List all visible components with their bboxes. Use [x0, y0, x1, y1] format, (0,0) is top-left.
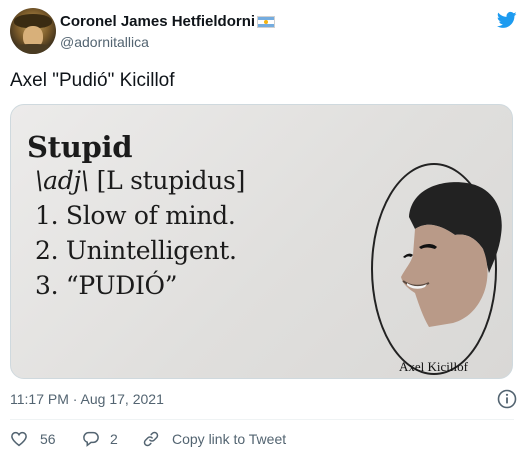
copy-link-label: Copy link to Tweet — [172, 431, 287, 447]
tweet-timestamp[interactable]: 11:17 PM · Aug 17, 2021 — [10, 391, 164, 407]
definition-2: 2. Unintelligent. — [35, 236, 237, 265]
dictionary-entry: Stupid \adj\ [L stupidus] 1. Slow of min… — [27, 131, 245, 303]
reply-count: 2 — [110, 431, 118, 447]
copy-link-button[interactable]: Copy link to Tweet — [142, 430, 286, 448]
reply-button[interactable]: 2 — [82, 430, 118, 448]
dictionary-word: Stupid — [27, 130, 133, 164]
dictionary-etymology: [L stupidus] — [89, 166, 246, 195]
author-display-name[interactable]: Coronel James Hetfieldorni — [60, 13, 255, 30]
dictionary-pronunciation-line: \adj\ [L stupidus] — [27, 163, 245, 198]
dictionary-pronunciation: \adj\ — [35, 166, 90, 195]
twitter-bird-icon[interactable] — [496, 10, 518, 30]
portrait-photo — [401, 182, 502, 327]
portrait-caption: Axel Kicillof — [399, 359, 468, 374]
like-button[interactable]: 56 — [10, 430, 56, 448]
tweet-text: Axel "Pudió" Kicillof — [10, 70, 175, 91]
avatar-shoulders — [12, 44, 54, 54]
definition-1: 1. Slow of mind. — [35, 201, 236, 230]
definition-3: 3. “PUDIÓ” — [35, 271, 178, 300]
info-icon[interactable] — [497, 389, 517, 409]
like-count: 56 — [40, 431, 56, 447]
heart-icon — [11, 431, 27, 447]
avatar[interactable] — [10, 8, 56, 54]
author-handle[interactable]: @adornitallica — [60, 34, 149, 50]
divider — [10, 419, 514, 420]
reply-bubble-icon — [83, 431, 99, 447]
tweet-media-image[interactable]: Stupid \adj\ [L stupidus] 1. Slow of min… — [10, 104, 513, 379]
link-icon — [143, 431, 159, 447]
argentina-flag-icon — [257, 16, 275, 28]
